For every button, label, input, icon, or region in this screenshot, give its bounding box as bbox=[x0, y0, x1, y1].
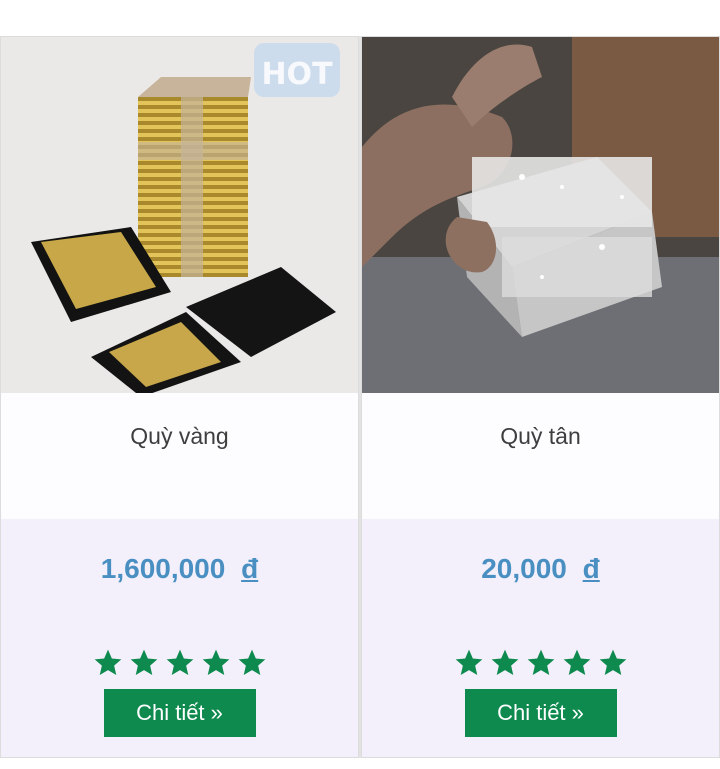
product-price: 1,600,000 đ bbox=[1, 553, 358, 585]
product-grid: HOT Quỳ vàng 1,600,000 đ Chi tiết » Quỳ … bbox=[0, 36, 720, 758]
product-name[interactable]: Quỳ tân bbox=[362, 393, 719, 519]
star-icon bbox=[563, 649, 590, 675]
star-rating bbox=[1, 647, 358, 679]
product-name[interactable]: Quỳ vàng bbox=[1, 393, 358, 519]
product-footer: 1,600,000 đ Chi tiết » bbox=[1, 519, 358, 757]
currency-symbol: đ bbox=[582, 553, 600, 584]
star-icon bbox=[238, 649, 265, 675]
star-icon bbox=[491, 649, 518, 675]
price-value: 1,600,000 bbox=[100, 553, 226, 584]
product-image[interactable]: HOT bbox=[1, 37, 358, 393]
detail-button[interactable]: Chi tiết » bbox=[103, 689, 256, 737]
product-footer: 20,000 đ Chi tiết » bbox=[362, 519, 719, 757]
star-icon bbox=[527, 649, 554, 675]
star-icon bbox=[130, 649, 157, 675]
star-icon bbox=[599, 649, 626, 675]
product-price: 20,000 đ bbox=[362, 553, 719, 585]
star-icon bbox=[166, 649, 193, 675]
product-card: HOT Quỳ vàng 1,600,000 đ Chi tiết » bbox=[0, 36, 359, 758]
star-icon bbox=[455, 649, 482, 675]
star-rating bbox=[362, 647, 719, 679]
product-card: Quỳ tân 20,000 đ Chi tiết » bbox=[361, 36, 720, 758]
star-icon bbox=[202, 649, 229, 675]
currency-symbol: đ bbox=[241, 553, 259, 584]
detail-button[interactable]: Chi tiết » bbox=[464, 689, 617, 737]
hot-badge-text: HOT bbox=[261, 57, 333, 92]
price-value: 20,000 bbox=[481, 553, 567, 584]
product-image[interactable] bbox=[362, 37, 719, 393]
star-icon bbox=[94, 649, 121, 675]
